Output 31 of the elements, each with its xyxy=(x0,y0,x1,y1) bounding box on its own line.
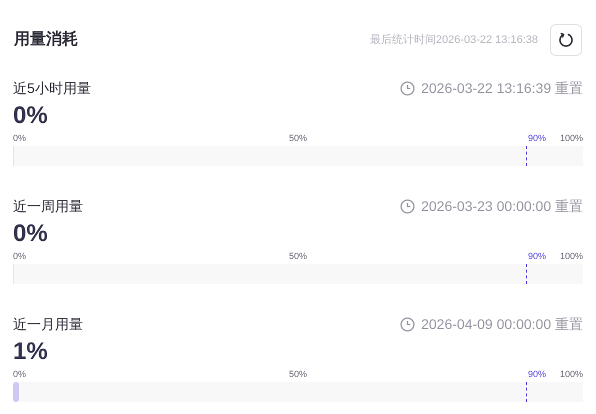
panel-title: 用量消耗 xyxy=(14,30,78,50)
refresh-icon xyxy=(558,32,574,48)
scale-label: 50% xyxy=(289,250,307,262)
usage-label: 近一月用量 xyxy=(13,314,83,334)
scale-label: 0% xyxy=(13,132,26,144)
scale-label: 0% xyxy=(13,250,26,262)
scale-label: 90% xyxy=(528,132,546,144)
refresh-button[interactable] xyxy=(550,24,582,56)
threshold-line xyxy=(526,146,527,166)
threshold-line xyxy=(526,382,527,402)
scale-label: 90% xyxy=(528,250,546,262)
scale-label: 100% xyxy=(560,132,583,144)
reset-time: 2026-04-09 00:00:00 重置 xyxy=(421,314,583,334)
scale-label: 50% xyxy=(289,368,307,380)
usage-label: 近5小时用量 xyxy=(13,78,91,98)
threshold-line xyxy=(526,264,527,284)
clock-icon xyxy=(400,80,416,96)
reset-time: 2026-03-22 13:16:39 重置 xyxy=(421,78,583,98)
scale-label: 0% xyxy=(13,368,26,380)
usage-label: 近一周用量 xyxy=(13,196,83,216)
last-updated: 最后统计时间2026-03-22 13:16:38 xyxy=(370,32,538,48)
usage-percent: 1% xyxy=(13,337,48,367)
reset-time: 2026-03-23 00:00:00 重置 xyxy=(421,196,583,216)
clock-icon xyxy=(400,316,416,332)
usage-percent: 0% xyxy=(13,101,48,131)
scale-label: 100% xyxy=(560,250,583,262)
scale-label: 90% xyxy=(528,368,546,380)
scale-label: 50% xyxy=(289,132,307,144)
usage-percent: 0% xyxy=(13,219,48,249)
scale-label: 100% xyxy=(560,368,583,380)
clock-icon xyxy=(400,198,416,214)
